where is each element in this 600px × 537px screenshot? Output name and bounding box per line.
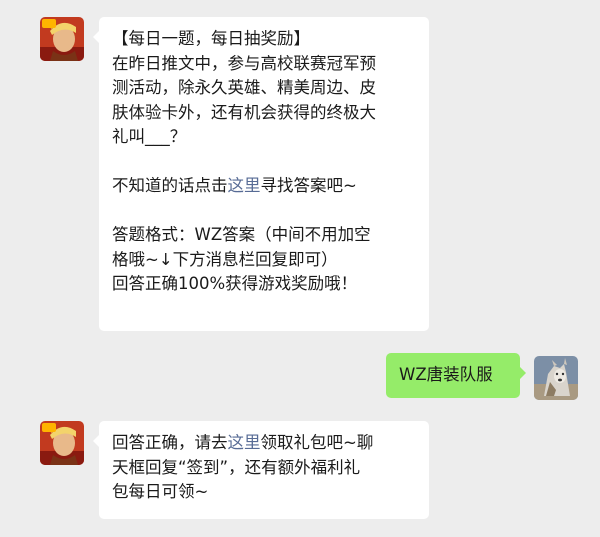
game-hero-avatar[interactable] bbox=[40, 17, 84, 61]
message-line: 测活动，除永久英雄、精美周边、皮 bbox=[112, 78, 376, 97]
hint-suffix: 寻找答案吧~ bbox=[260, 176, 357, 195]
confirm-suffix: 领取礼包吧~聊 bbox=[260, 433, 374, 452]
gift-claim-link[interactable]: 这里 bbox=[228, 433, 261, 452]
wolf-photo-icon bbox=[534, 356, 578, 400]
format-line: 答题格式：WZ答案（中间不用加空 bbox=[112, 225, 371, 244]
message-line: 礼叫___？ bbox=[112, 127, 187, 146]
game-hero-avatar[interactable] bbox=[40, 421, 84, 465]
question-message-bubble[interactable]: 【每日一题，每日抽奖励】 在昨日推文中，参与高校联赛冠军预 测活动，除永久英雄、… bbox=[93, 17, 429, 331]
hero-portrait-icon bbox=[40, 17, 84, 61]
format-line: 格哦~↓下方消息栏回复即可） bbox=[112, 249, 338, 269]
hint-line: 不知道的话点击这里寻找答案吧~ bbox=[112, 174, 416, 199]
message-line: 包每日可领~ bbox=[112, 482, 209, 501]
message-line: 在昨日推文中，参与高校联赛冠军预 bbox=[112, 53, 376, 73]
user-reply-bubble[interactable]: WZ唐装队服 bbox=[386, 353, 526, 398]
hint-prefix: 不知道的话点击 bbox=[112, 176, 228, 195]
message-line: 【每日一题，每日抽奖励】 bbox=[112, 29, 310, 48]
answer-confirm-bubble[interactable]: 回答正确，请去这里领取礼包吧~聊 天框回复“签到”，还有额外福利礼 包每日可领~ bbox=[93, 421, 429, 519]
answer-hint-link[interactable]: 这里 bbox=[228, 176, 261, 195]
message-line: 回答正确，请去这里领取礼包吧~聊 bbox=[112, 431, 416, 456]
hero-portrait-icon bbox=[40, 421, 84, 465]
user-wolf-avatar[interactable] bbox=[534, 356, 578, 400]
user-reply-text: WZ唐装队服 bbox=[399, 365, 493, 384]
message-line: 天框回复“签到”，还有额外福利礼 bbox=[112, 457, 361, 477]
format-line: 回答正确100%获得游戏奖励哦！ bbox=[112, 274, 358, 293]
message-line: 肤体验卡外，还有机会获得的终极大 bbox=[112, 102, 376, 122]
confirm-prefix: 回答正确，请去 bbox=[112, 433, 228, 452]
